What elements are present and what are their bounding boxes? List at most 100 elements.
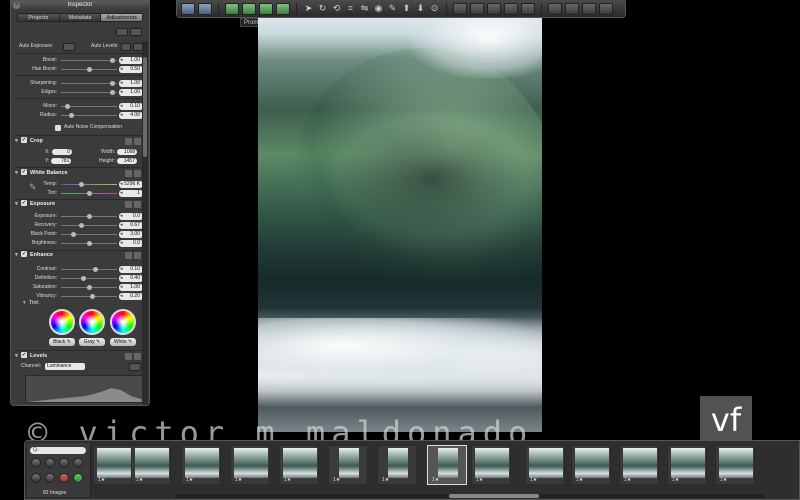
filmstrip-thumbnail[interactable]: 1★ (619, 445, 659, 485)
export-button[interactable] (242, 2, 256, 15)
browser-view-button[interactable] (487, 2, 501, 15)
main-image-viewer[interactable] (258, 18, 542, 432)
viewer-mode-button[interactable] (453, 2, 467, 15)
loupe-tool-icon[interactable]: ⊙ (429, 3, 440, 14)
slider-knob[interactable] (93, 266, 98, 272)
filmstrip-scrollbar[interactable] (175, 494, 765, 498)
flag-button[interactable] (59, 473, 69, 483)
black-eyedropper-button[interactable]: Black ✎ (49, 338, 75, 346)
filmstrip-thumbnail[interactable]: 1★ (230, 445, 270, 485)
filmstrip-thumbnail[interactable]: 1★ (571, 445, 611, 485)
crop-y-field[interactable]: Y: 781 (45, 158, 72, 164)
temp-slider[interactable]: Temp: 5296 K (17, 180, 143, 188)
email-button[interactable] (259, 2, 273, 15)
slider-knob[interactable] (110, 89, 115, 95)
slider-value[interactable]: 0.10 (119, 265, 143, 273)
filmstrip-thumbnail[interactable]: 1★ (93, 445, 133, 485)
slider-value[interactable]: 0.40 (119, 274, 143, 282)
slider-value[interactable]: 0.67 (119, 221, 143, 229)
slider-value[interactable]: 1.00 (119, 56, 143, 64)
gear-icon[interactable] (130, 28, 142, 36)
tint-subsection[interactable]: ▾ Tint: (23, 299, 149, 308)
retouch-tool-icon[interactable]: ✎ (387, 3, 398, 14)
scroll-thumb[interactable] (449, 494, 539, 498)
slider-value[interactable]: 1.00 (119, 283, 143, 291)
red-eye-tool-icon[interactable]: ◉ (373, 3, 384, 14)
slider-value[interactable]: 5296 K (119, 180, 143, 188)
slider-knob[interactable] (87, 213, 92, 219)
gray-tint-wheel[interactable] (79, 309, 105, 335)
slider-value[interactable]: 0.0 (119, 212, 143, 220)
gear-icon[interactable] (134, 201, 141, 208)
scroll-thumb[interactable] (143, 57, 147, 157)
tab-projects[interactable]: Projects (18, 14, 60, 21)
reset-icon[interactable] (125, 252, 132, 259)
straighten-tool-icon[interactable]: ⟲ (331, 3, 342, 14)
crop-width-field[interactable]: Width: 1098 (101, 149, 138, 155)
gear-icon[interactable] (134, 138, 141, 145)
new-album-button[interactable] (198, 2, 212, 15)
slider-knob[interactable] (79, 222, 84, 228)
import-button[interactable] (225, 2, 239, 15)
tab-metadata[interactable]: Metadata (59, 14, 102, 21)
white-tint-wheel[interactable] (110, 309, 136, 335)
exposure-slider[interactable]: Exposure: 0.0 (17, 212, 143, 220)
filmstrip-thumbnail[interactable]: 1★ (131, 445, 171, 485)
saturation-slider[interactable]: Saturation: 1.00 (17, 283, 143, 291)
slider-value[interactable]: 0.10 (119, 102, 143, 110)
black-tint-wheel[interactable] (49, 309, 75, 335)
new-project-button[interactable] (181, 2, 195, 15)
channel-select[interactable]: Luminance (45, 363, 85, 370)
filmstrip-search-input[interactable]: Q- (30, 447, 86, 454)
enhance-section-header[interactable]: ▾ ✓ Enhance (15, 250, 143, 260)
radius-slider[interactable]: Radius: 4.00 (17, 111, 143, 119)
filmstrip-thumbnail[interactable]: 1★ (328, 445, 368, 485)
filmstrip-thumbnail[interactable]: 1★ (471, 445, 511, 485)
filmstrip-thumbnail[interactable]: 1★ (279, 445, 319, 485)
hue-boost-slider[interactable]: Hue Boost: 0.50 (17, 65, 143, 73)
slider-knob[interactable] (81, 275, 86, 281)
auto-exposure-button[interactable] (63, 43, 75, 51)
slider-knob[interactable] (87, 66, 92, 72)
auto-noise-row[interactable]: Auto Noise Compensation (17, 124, 143, 132)
selection-tool-icon[interactable]: ➤ (303, 3, 314, 14)
rotate-right-button[interactable] (59, 458, 69, 468)
gear-icon[interactable] (134, 170, 141, 177)
filmstrip-thumbnail-selected[interactable]: 1★ (427, 445, 467, 485)
filmstrip-thumbnail[interactable]: 1★ (377, 445, 417, 485)
gray-eyedropper-button[interactable]: Gray ✎ (79, 338, 105, 346)
slider-value[interactable]: 1.00 (119, 88, 143, 96)
gear-icon[interactable] (134, 353, 141, 360)
crop-tool-icon[interactable]: ⌗ (345, 3, 356, 14)
lights-out-button[interactable] (582, 2, 596, 15)
lift-tool-icon[interactable]: ⬆ (401, 3, 412, 14)
levels-options-button[interactable] (129, 363, 141, 371)
moire-slider[interactable]: Moire: 0.10 (17, 102, 143, 110)
white-balance-checkbox[interactable]: ✓ (21, 168, 27, 175)
exposure-section-header[interactable]: ▾ ✓ Exposure (15, 199, 143, 209)
edges-slider[interactable]: Edges: 1.00 (17, 88, 143, 96)
slider-knob[interactable] (79, 181, 84, 187)
slider-knob[interactable] (110, 80, 115, 86)
tint-slider[interactable]: Tint: 1 (17, 189, 143, 197)
rotate-tool-icon[interactable]: ↻ (317, 3, 328, 14)
crop-x-field[interactable]: X: 0 (45, 149, 72, 155)
auto-levels-luminance-button[interactable] (121, 43, 131, 51)
slider-value[interactable]: 0.50 (119, 65, 143, 73)
slider-value[interactable]: 0.0 (119, 239, 143, 247)
levels-histogram[interactable] (25, 375, 145, 403)
reject-button[interactable] (31, 473, 41, 483)
filmstrip-thumbnail[interactable]: 1★ (667, 445, 707, 485)
hud-button[interactable] (565, 2, 579, 15)
auto-noise-checkbox[interactable] (55, 125, 61, 131)
definition-slider[interactable]: Definition: 0.40 (17, 274, 143, 282)
slider-knob[interactable] (110, 57, 115, 63)
white-eyedropper-button[interactable]: White ✎ (110, 338, 136, 346)
slider-knob[interactable] (69, 112, 74, 118)
crop-section-header[interactable]: ▾ ✓ Crop (15, 136, 143, 146)
boost-slider[interactable]: Boost: 1.00 (17, 56, 143, 64)
full-screen-button[interactable] (599, 2, 613, 15)
crop-height-field[interactable]: Height: 1457 (99, 158, 137, 164)
close-icon[interactable]: × (13, 2, 20, 9)
crop-checkbox[interactable]: ✓ (21, 136, 27, 143)
